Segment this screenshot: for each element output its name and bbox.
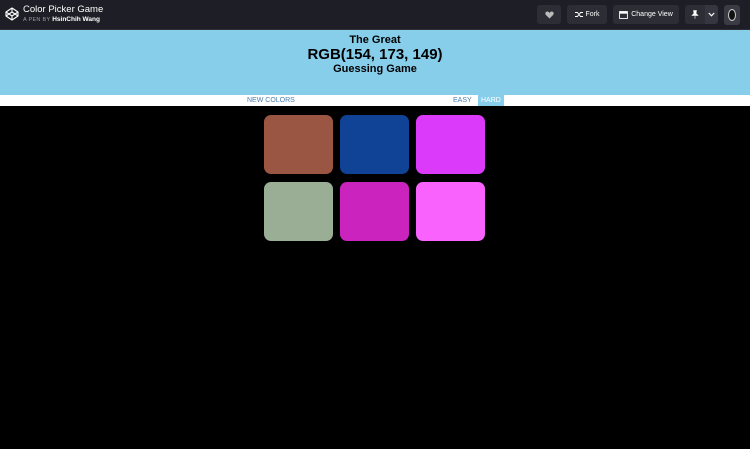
easy-mode-button[interactable]: EASY (451, 95, 474, 106)
heart-icon (544, 11, 554, 19)
chevron-down-icon (708, 12, 715, 17)
hard-mode-button[interactable]: HARD (478, 95, 504, 106)
game-header: The Great RGB(154, 173, 149) Guessing Ga… (0, 30, 750, 95)
rgb-display: RGB(154, 173, 149) (307, 46, 443, 63)
avatar (728, 9, 736, 21)
like-button[interactable] (537, 5, 561, 24)
user-avatar-button[interactable] (724, 5, 740, 25)
color-square[interactable] (264, 182, 333, 241)
control-stripe: NEW COLORS EASY HARD (0, 95, 750, 106)
title-line-3: Guessing Game (333, 63, 417, 75)
change-view-label: Change View (631, 11, 673, 18)
color-board (0, 106, 750, 449)
pin-menu-button[interactable] (705, 5, 718, 24)
pin-button[interactable] (685, 5, 705, 24)
author-link[interactable]: HsinChih Wang (52, 16, 100, 23)
color-square[interactable] (416, 115, 485, 174)
fork-button[interactable]: Fork (567, 5, 607, 24)
color-square[interactable] (416, 182, 485, 241)
byline-prefix: A PEN BY (23, 17, 51, 23)
pen-title[interactable]: Color Picker Game (23, 4, 103, 15)
color-square[interactable] (340, 115, 409, 174)
change-view-button[interactable]: Change View (613, 5, 679, 24)
new-colors-button[interactable]: NEW COLORS (245, 95, 297, 106)
pen-byline: A PEN BY HsinChih Wang (23, 16, 100, 24)
color-square[interactable] (340, 182, 409, 241)
layout-icon (619, 10, 629, 19)
fork-icon (574, 12, 583, 17)
codepen-header: Color Picker Game A PEN BY HsinChih Wang… (0, 0, 750, 30)
pin-icon (691, 10, 699, 19)
color-square[interactable] (264, 115, 333, 174)
codepen-logo-icon[interactable] (5, 7, 19, 21)
fork-label: Fork (585, 11, 600, 18)
